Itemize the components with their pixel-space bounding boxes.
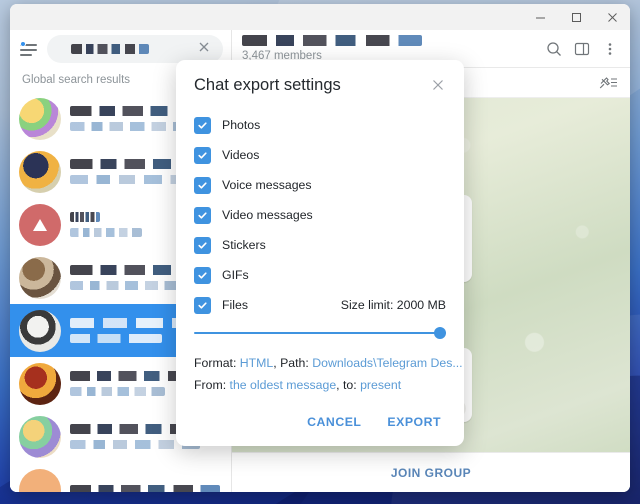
chat-subtitle-redacted xyxy=(70,440,200,449)
list-item[interactable] xyxy=(10,463,231,492)
chat-title-redacted xyxy=(242,35,422,46)
chat-list[interactable]: AL xyxy=(10,92,231,492)
messages-area[interactable]: nces having hens with no 1 1:19 AM the g… xyxy=(232,98,630,492)
minimize-icon[interactable] xyxy=(522,4,558,30)
list-item[interactable] xyxy=(10,357,231,410)
search-input-value xyxy=(71,44,149,54)
kebab-menu-icon[interactable] xyxy=(596,35,624,63)
chat-subtitle-redacted xyxy=(70,334,162,343)
chat-title-redacted xyxy=(70,106,225,116)
join-group-button[interactable]: JOIN GROUP xyxy=(391,466,471,480)
avatar xyxy=(19,309,61,352)
avatar xyxy=(19,362,61,405)
message-line: orks. I have to by fertile eggs xyxy=(232,231,301,245)
service-message: the group xyxy=(232,318,237,339)
pinned-messages-bar xyxy=(232,68,630,98)
list-item[interactable] xyxy=(10,198,231,251)
message-line: lphahen crows sometimes, xyxy=(232,246,290,260)
avatar xyxy=(19,150,61,193)
chat-title-redacted xyxy=(70,159,230,169)
message-line: been without a rooster for xyxy=(232,216,284,230)
pinned-messages-icon[interactable] xyxy=(594,69,622,97)
reply-icon xyxy=(388,131,400,146)
message-time: 2:27 AM xyxy=(403,402,442,414)
avatar xyxy=(19,415,61,458)
message-line: urn to this chat and xyxy=(232,384,251,398)
chat-title-redacted xyxy=(70,371,212,381)
avatar xyxy=(19,203,61,246)
chat-title-redacted xyxy=(70,424,215,434)
close-icon[interactable] xyxy=(594,4,630,30)
reply-count: 1 xyxy=(404,132,411,144)
chat-header: 3,467 members xyxy=(232,30,630,68)
status-badge: AL xyxy=(212,428,225,439)
chat-subtitle-redacted xyxy=(70,387,165,396)
message-bubble[interactable]: hat's that like, and why do ... been wit… xyxy=(232,195,472,282)
avatar xyxy=(19,256,61,299)
avatar xyxy=(19,468,61,492)
chat-subtitle-redacted xyxy=(70,228,142,237)
search-icon[interactable] xyxy=(540,35,568,63)
sidebar-panel-icon[interactable] xyxy=(568,35,596,63)
list-item[interactable] xyxy=(10,145,231,198)
list-item-selected[interactable] xyxy=(10,304,231,357)
message-sender: AntiSpamBot xyxy=(391,355,464,367)
message-time: 2:00 AM xyxy=(425,264,464,276)
avatar xyxy=(19,97,61,140)
chat-panel: 3,467 members ns with no 1 1:19 AM nd wh… xyxy=(232,30,630,492)
chat-list-panel: Global search results AL xyxy=(10,30,232,492)
clear-icon[interactable] xyxy=(197,40,215,58)
chat-title-redacted xyxy=(70,265,230,275)
global-search-results-label: Global search results xyxy=(10,68,231,92)
thumbs-up-reaction[interactable]: 👍 xyxy=(449,400,466,417)
telegram-window: Global search results AL 3,467 members n… xyxy=(10,4,630,492)
chat-title-redacted xyxy=(70,318,220,328)
maximize-icon[interactable] xyxy=(558,4,594,30)
member-count: 3,467 members xyxy=(242,50,322,62)
message-line: g, complete the quiz [if xyxy=(232,369,269,383)
list-item[interactable] xyxy=(10,92,231,145)
list-item[interactable]: AL xyxy=(10,410,231,463)
search-input[interactable] xyxy=(47,35,223,63)
sidebar-search-row xyxy=(10,30,231,68)
message-text: nces having hens with no xyxy=(232,114,283,128)
chat-subtitle-redacted xyxy=(70,122,190,131)
hamburger-menu-icon[interactable] xyxy=(18,39,40,59)
list-item[interactable] xyxy=(10,251,231,304)
chat-title-redacted xyxy=(70,484,220,492)
message-bubble[interactable]: AntiSpamBot g, complete the quiz [if urn… xyxy=(232,348,472,422)
chat-title-redacted xyxy=(70,212,100,222)
chat-subtitle-redacted xyxy=(70,281,180,290)
window-titlebar xyxy=(10,4,630,30)
unread-badge xyxy=(204,374,222,391)
chat-subtitle-redacted xyxy=(70,175,218,184)
message-text: hat's that like, and why do ... xyxy=(232,201,299,215)
join-group-bar: JOIN GROUP xyxy=(232,452,630,492)
service-message: the group xyxy=(232,161,237,182)
message-time: 1:19 AM xyxy=(415,132,454,144)
message-bubble[interactable]: nces having hens with no 1 1:19 AM xyxy=(232,108,462,150)
